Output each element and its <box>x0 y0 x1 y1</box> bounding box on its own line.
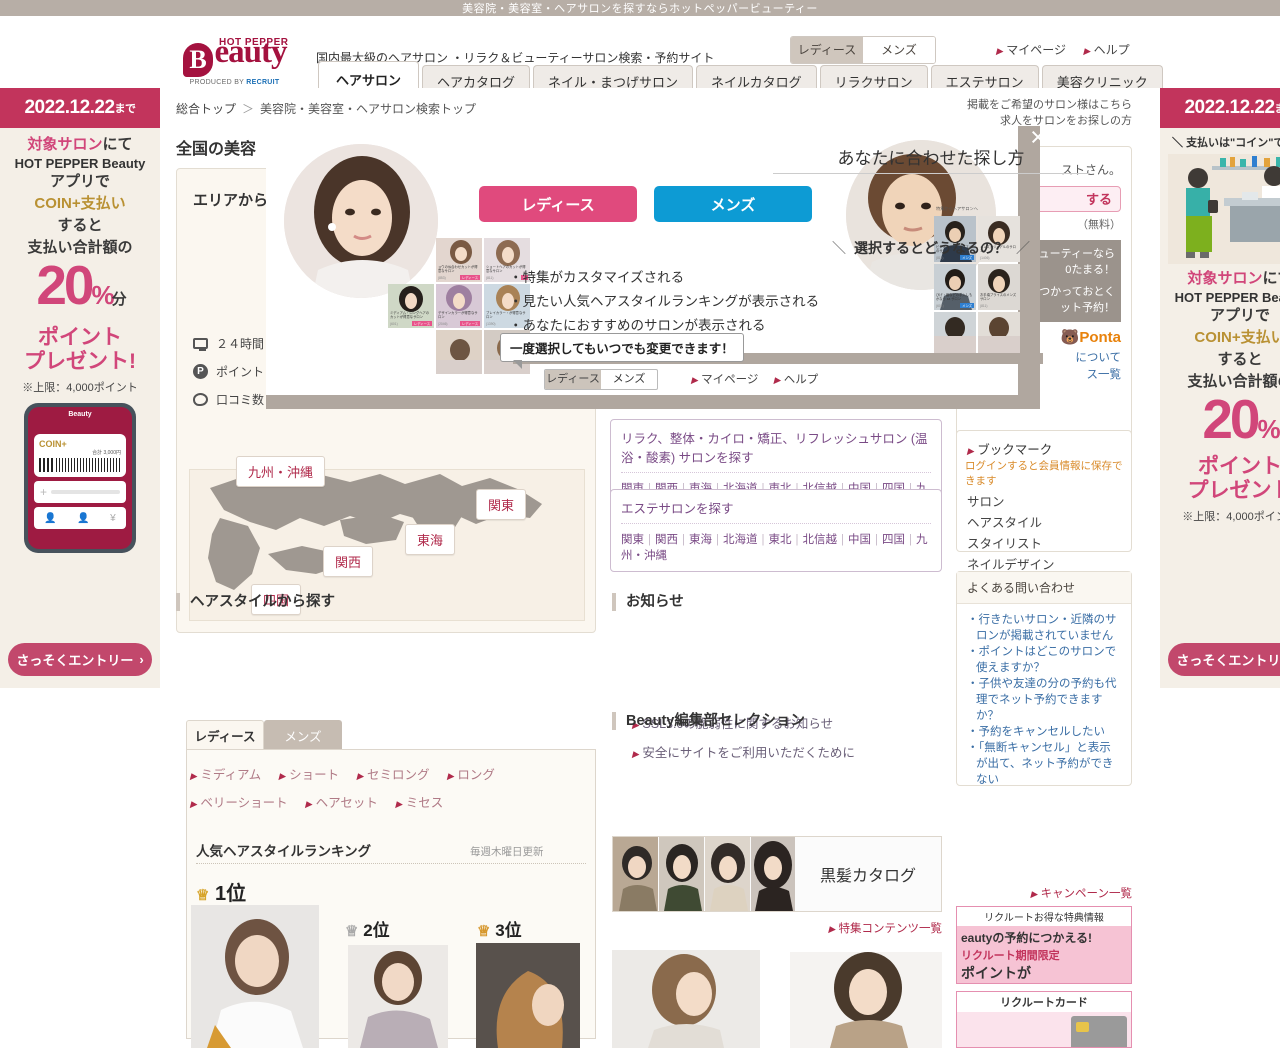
modal-title-divider <box>773 173 1089 174</box>
modal-preview-link-mypage: ▶ マイページ <box>691 374 758 386</box>
modal-benefit-2: ・見たい人気ヘアスタイルランキングが表示される <box>509 290 819 314</box>
thumb-ld-6 <box>436 330 482 374</box>
thumb-mz-3-count: (601) <box>936 304 944 308</box>
thumb-ld-4: デザインカラーが得意なサロン (2046) レディース <box>436 284 482 328</box>
thumb-mz-5-image <box>934 312 976 336</box>
feature-thumb-1-image <box>612 950 760 1048</box>
thumb-ld-2-count: (811) <box>486 276 493 280</box>
slash-left-icon: ＼ <box>832 240 846 256</box>
thumb-ld-1-count: (853) <box>438 276 446 280</box>
modal-preview-mens: メンズ <box>601 370 657 389</box>
thumb-ld-3-caption: ミディアム・ロングヘアのカットが得意なサロン <box>390 311 432 319</box>
arrow-right-icon: ▶ <box>691 375 698 385</box>
feature-thumb-1[interactable] <box>612 950 760 1048</box>
recruit-card-promo-head: リクルートカード <box>957 992 1131 1012</box>
thumb-mz-4-caption: お手頃プライスのメンズサロン <box>980 293 1019 301</box>
thumb-ld-4-caption: デザインカラーが得意なサロン <box>438 311 480 319</box>
thumb-ld-1: ョウの似合わせカットが得意なサロン (853) レディース <box>436 238 482 282</box>
thumb-ld-3-badge: レディース <box>412 321 432 326</box>
modal-ladies-button[interactable]: レディース <box>479 186 637 222</box>
modal-mens-button[interactable]: メンズ <box>654 186 812 222</box>
rank-2-photo[interactable] <box>348 945 448 1048</box>
feature-thumb-2[interactable] <box>790 952 942 1048</box>
modal-preview-gender-switch: レディース メンズ <box>544 369 658 390</box>
thumb-mz-4: お手頃プライスのメンズサロン (811) <box>978 264 1020 310</box>
arrow-right-icon: ▶ <box>774 375 781 385</box>
recruit-point-promo-l4: 必ずもらえる! <box>957 983 1131 984</box>
gender-preference-modal: ョウの似合わせカットが得意なサロン(853)レディース ショートヘアのカットが得… <box>266 126 1018 395</box>
modal-close-button[interactable]: × <box>1022 122 1054 154</box>
thumb-ld-3-count: (601) <box>390 322 398 326</box>
modal-benefit-list: ・特集がカスタマイズされる ・見たい人気ヘアスタイルランキングが表示される ・あ… <box>509 266 819 338</box>
modal-question: ＼ 選択するとどうなるの？ ／ <box>766 238 1096 258</box>
thumb-ld-1-caption: ョウの似合わせカットが得意なサロン <box>438 265 480 273</box>
thumb-mz-5 <box>934 312 976 358</box>
credit-card-icon <box>1071 1016 1127 1048</box>
modal-preview-link-help-label: ヘルプ <box>784 374 819 386</box>
modal-preview-ladies: レディース <box>545 370 601 389</box>
feature-thumb-2-image <box>790 952 942 1048</box>
modal-question-label: 選択するとどうなるの？ <box>854 240 1008 256</box>
thumb-ld-6-image <box>436 330 482 360</box>
thumb-ld-1-badge: レディース <box>460 275 480 280</box>
thumb-ld-5-count: (1390) <box>486 322 496 326</box>
card-chip-icon <box>1076 1022 1089 1032</box>
modal-preview-links: ▶ マイページ ▶ ヘルプ <box>691 371 830 387</box>
thumb-mz-6 <box>978 312 1020 358</box>
modal-overlay: ョウの似合わせカットが得意なサロン(853)レディース ショートヘアのカットが得… <box>0 0 1280 960</box>
thumb-ld-3: ミディアム・ロングヘアのカットが得意なサロン (601) レディース <box>388 284 434 328</box>
modal-benefit-1: ・特集がカスタマイズされる <box>509 266 819 290</box>
thumb-mz-6-image <box>978 312 1020 336</box>
rank-2-image <box>348 945 448 1048</box>
slash-right-icon: ／ <box>1016 240 1030 256</box>
recruit-card-promo-banner[interactable]: リクルートカード <box>956 991 1132 1048</box>
modal-right-thumbs-header: 特集からヘアサロンへ <box>936 206 978 212</box>
modal-tip-bubble: 一度選択してもいつでも変更できます！ <box>500 333 744 362</box>
recruit-point-promo-l3: ポイントが <box>957 963 1131 983</box>
thumb-mz-3-badge: メンズ <box>960 303 974 308</box>
thumb-mz-3-caption: ひげ・眉などの手入しもかなう за サロン <box>936 293 975 301</box>
modal-preview-link-mypage-label: マイページ <box>701 374 758 386</box>
thumb-ld-4-count: (2046) <box>438 322 448 326</box>
thumb-ld-4-badge: レディース <box>460 321 480 326</box>
thumb-mz-4-count: (811) <box>980 304 987 308</box>
modal-preview-link-help: ▶ ヘルプ <box>774 374 819 386</box>
thumb-mz-3: ひげ・眉などの手入しもかなう за サロン (601) メンズ <box>934 264 976 310</box>
